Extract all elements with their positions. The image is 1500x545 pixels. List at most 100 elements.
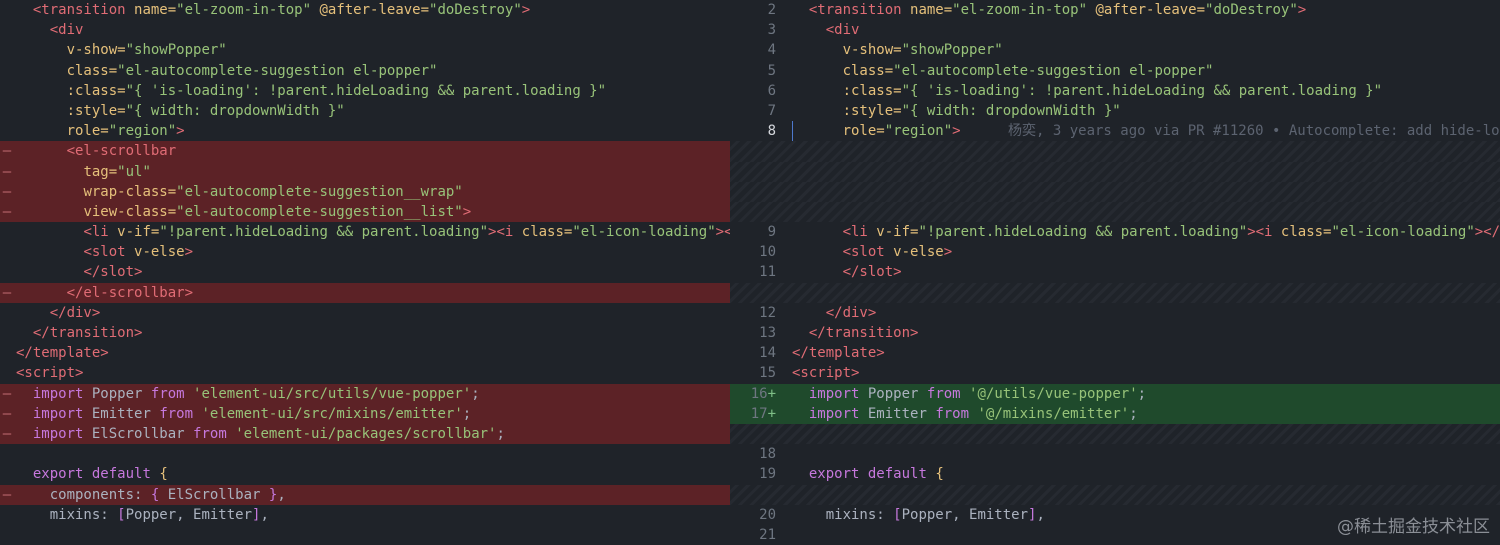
removed-line[interactable]: — </el-scrollbar>: [0, 282, 730, 303]
line-code: </transition>: [16, 323, 143, 343]
code-line[interactable]: 13 </transition>: [730, 323, 1500, 343]
code-line[interactable]: 19 export default {: [730, 464, 1500, 484]
code-line[interactable]: 3 <div: [730, 20, 1500, 40]
code-token: v-if=: [876, 224, 919, 241]
line-number: 15: [730, 363, 776, 383]
removed-line[interactable]: — view-class="el-autocomplete-suggestion…: [0, 201, 730, 223]
code-line[interactable]: [0, 444, 730, 464]
code-line[interactable]: </slot>: [0, 262, 730, 282]
code-token: {: [150, 486, 168, 503]
line-code: wrap-class="el-autocomplete-suggestion__…: [16, 182, 462, 202]
line-code: <transition name="el-zoom-in-top" @after…: [16, 0, 530, 20]
code-line[interactable]: </template>: [0, 343, 730, 363]
removed-line[interactable]: — import Emitter from 'element-ui/src/mi…: [0, 403, 730, 424]
code-line[interactable]: <div: [0, 20, 730, 40]
code-line[interactable]: 5 class="el-autocomplete-suggestion el-p…: [730, 61, 1500, 81]
code-line[interactable]: </transition>: [0, 323, 730, 343]
code-line[interactable]: 8 role="region"> 杨奕, 3 years ago via PR #…: [730, 121, 1500, 142]
line-code: import Emitter from 'element-ui/src/mixi…: [16, 404, 471, 424]
line-code: import ElScrollbar from 'element-ui/pack…: [16, 424, 505, 444]
modified-file-pane[interactable]: 2 <transition name="el-zoom-in-top" @aft…: [730, 0, 1500, 545]
code-token: "region": [108, 123, 177, 140]
line-code: <li v-if="!parent.hideLoading && parent.…: [792, 222, 1500, 242]
code-line[interactable]: </div>: [0, 303, 730, 323]
code-token: >: [521, 2, 531, 18]
code-token: [: [893, 506, 902, 523]
removed-line-marker: —: [2, 486, 12, 503]
code-token: <li: [842, 224, 877, 241]
original-file-pane[interactable]: <transition name="el-zoom-in-top" @after…: [0, 0, 730, 545]
removed-line[interactable]: — components: { ElScrollbar },: [0, 484, 730, 505]
line-number-value: 8: [767, 123, 776, 140]
code-token: "{ width: dropdownWidth }": [901, 102, 1121, 119]
removed-line[interactable]: — <el-scrollbar: [0, 141, 730, 162]
code-token: components:: [49, 486, 151, 503]
code-line[interactable]: export default {: [0, 464, 730, 484]
added-line[interactable]: 17+ import Emitter from '@/mixins/emitte…: [730, 403, 1500, 424]
code-line[interactable]: 15 <script>: [730, 363, 1500, 383]
code-token: :class=: [66, 82, 126, 99]
code-line[interactable]: 9 <li v-if="!parent.hideLoading && paren…: [730, 222, 1500, 242]
added-line[interactable]: 16+ import Popper from '@/utils/vue-popp…: [730, 383, 1500, 404]
removed-line[interactable]: — wrap-class="el-autocomplete-suggestion…: [0, 181, 730, 202]
diff-filler: [730, 282, 1500, 303]
code-line[interactable]: class="el-autocomplete-suggestion el-pop…: [0, 61, 730, 81]
code-line[interactable]: mixins: [Popper, Emitter],: [0, 505, 730, 525]
line-code: </transition>: [792, 323, 919, 343]
code-token: <div: [49, 22, 84, 39]
removed-line[interactable]: — tag="ul": [0, 161, 730, 182]
code-line[interactable]: 12 </div>: [730, 303, 1500, 323]
code-line[interactable]: :class="{ 'is-loading': !parent.hideLoad…: [0, 81, 730, 101]
code-token: "el-autocomplete-suggestion el-popper": [117, 62, 438, 79]
removed-line[interactable]: — import ElScrollbar from 'element-ui/pa…: [0, 423, 730, 445]
code-line[interactable]: 18: [730, 444, 1500, 464]
code-line[interactable]: 14 </template>: [730, 343, 1500, 363]
code-token: Popper, Emitter: [901, 506, 1029, 523]
code-token: import: [808, 405, 868, 422]
code-line[interactable]: 11 </slot>: [730, 262, 1500, 282]
code-line[interactable]: <script>: [0, 363, 730, 383]
code-token: >: [176, 123, 185, 140]
line-code: <div: [16, 20, 84, 40]
line-code: <li v-if="!parent.hideLoading && parent.…: [16, 222, 730, 242]
code-token: "!parent.hideLoading && parent.loading": [918, 224, 1248, 241]
code-token: ElScrollbar: [167, 486, 269, 503]
line-number: 2: [730, 0, 776, 20]
line-code: import Popper from '@/utils/vue-popper';: [792, 384, 1146, 404]
code-token: class=: [842, 62, 894, 79]
code-line[interactable]: [0, 525, 730, 545]
line-code: </div>: [16, 303, 101, 323]
code-line[interactable]: 4 v-show="showPopper": [730, 40, 1500, 60]
code-token: </el-scrollbar>: [66, 284, 194, 301]
removed-line[interactable]: — import Popper from 'element-ui/src/uti…: [0, 383, 730, 404]
line-code: role="region">: [16, 121, 185, 141]
code-line[interactable]: role="region">: [0, 121, 730, 141]
code-line[interactable]: 7 :style="{ width: dropdownWidth }": [730, 101, 1500, 121]
git-blame-annotation[interactable]: 杨奕, 3 years ago via PR #11260 • Autocomp…: [1008, 121, 1500, 141]
code-line[interactable]: 2 <transition name="el-zoom-in-top" @aft…: [730, 0, 1500, 20]
line-code: <div: [792, 20, 860, 40]
code-line[interactable]: v-show="showPopper": [0, 40, 730, 60]
code-line[interactable]: <li v-if="!parent.hideLoading && parent.…: [0, 222, 730, 242]
code-token: "el-zoom-in-top": [952, 2, 1088, 18]
code-line[interactable]: <transition name="el-zoom-in-top" @after…: [0, 0, 730, 20]
code-line[interactable]: 10 <slot v-else>: [730, 242, 1500, 262]
code-line[interactable]: 6 :class="{ 'is-loading': !parent.hideLo…: [730, 81, 1500, 101]
diff-editor: <transition name="el-zoom-in-top" @after…: [0, 0, 1500, 545]
line-number: 14: [730, 343, 776, 363]
code-token: role=: [842, 123, 885, 140]
code-line[interactable]: <slot v-else>: [0, 242, 730, 262]
code-line[interactable]: :style="{ width: dropdownWidth }": [0, 101, 730, 121]
code-token: >: [184, 244, 194, 261]
code-token: [: [117, 506, 126, 523]
code-token: </template>: [792, 345, 885, 362]
line-code: export default {: [792, 464, 944, 484]
